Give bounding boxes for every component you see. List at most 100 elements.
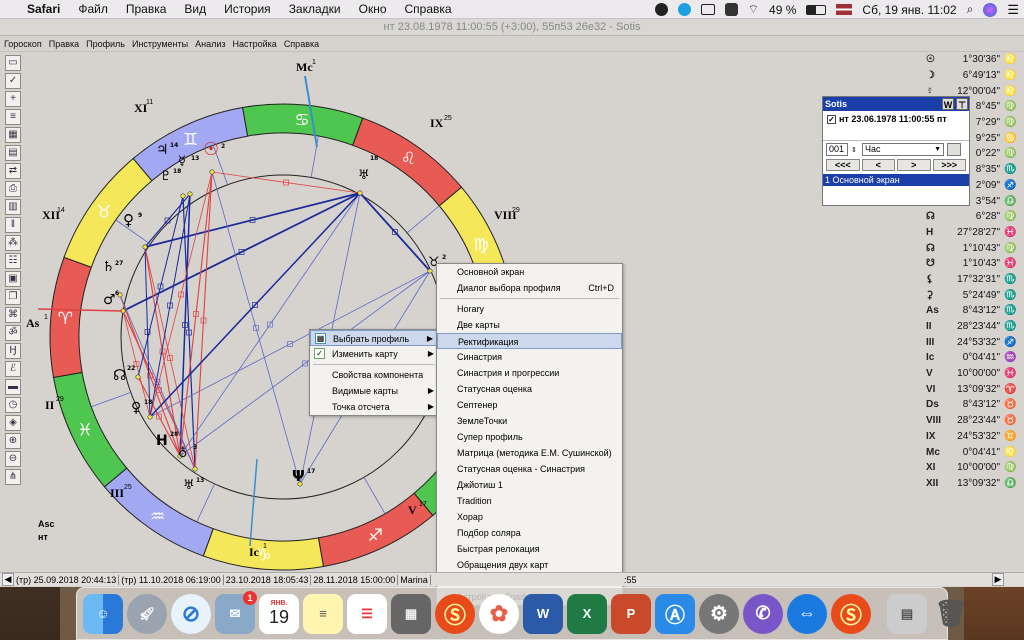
jupiter-glyph-icon[interactable]: ♃ (156, 142, 169, 158)
submenu-item[interactable]: Две карты (437, 317, 622, 333)
excel-icon[interactable]: X (567, 593, 607, 634)
submenu-item[interactable]: Tradition (437, 493, 622, 509)
neptune-glyph-icon[interactable]: Ψ (292, 467, 305, 485)
w-button[interactable]: W (942, 98, 954, 110)
sun-glyph-icon[interactable]: ☉ (203, 139, 219, 160)
battery-percent[interactable]: 49 % (769, 3, 796, 17)
notes-icon[interactable]: ≡ (303, 593, 343, 634)
language-flag-icon[interactable] (836, 4, 853, 15)
submenu-arrow-icon: ▶ (427, 402, 434, 411)
reminders-icon[interactable]: ☰ (347, 593, 387, 634)
system-preferences-icon[interactable]: ⚙ (699, 593, 739, 634)
zodiac-sign-icon: ♉ (1004, 415, 1017, 427)
status-tab-4[interactable]: 28.11.2018 15:00:00 (311, 574, 399, 585)
menu-app-name[interactable]: Safari (18, 2, 69, 16)
launchpad-icon[interactable]: 🚀︎ (127, 593, 167, 634)
scroll-left-icon[interactable]: ◀ (2, 573, 14, 586)
battery-icon[interactable] (806, 4, 827, 15)
status-tab-3[interactable]: 23.10.2018 18:05:43 (224, 574, 312, 585)
finder-icon[interactable]: ☺ (83, 593, 123, 634)
clock[interactable]: Сб, 19 янв. 11:02 (862, 3, 956, 17)
nav-fast-back-button[interactable]: <<< (826, 159, 860, 171)
date-checkbox[interactable]: ✓ (827, 115, 836, 124)
submenu-item[interactable]: Статусная оценка (437, 381, 622, 397)
trash-icon[interactable]: 🗑︎ (931, 594, 971, 634)
menu-help[interactable]: Справка (396, 2, 461, 16)
menu-bookmarks[interactable]: Закладки (280, 2, 350, 16)
step-value-input[interactable]: 001 (826, 143, 848, 156)
menu-window[interactable]: Окно (350, 2, 396, 16)
menu-history[interactable]: История (215, 2, 280, 16)
venus-glyph-icon[interactable]: ♀ (123, 211, 134, 229)
mars-glyph-icon[interactable]: ♂ (103, 292, 116, 308)
position-glyph: IX (926, 430, 936, 442)
submenu-item[interactable]: Синастрия (437, 349, 622, 365)
mail-icon[interactable]: ✉ 1 (215, 590, 257, 634)
pluto-glyph-icon[interactable]: ♇ (160, 169, 172, 184)
powerpoint-icon[interactable]: P (611, 593, 651, 634)
airplay-icon[interactable] (700, 4, 715, 15)
notification-center-icon[interactable]: ☰ (1007, 2, 1019, 18)
viber-icon[interactable] (654, 3, 668, 16)
teamviewer-dock-icon[interactable]: ⇔ (787, 593, 827, 634)
photos-icon[interactable]: ✿ (479, 593, 519, 634)
menu-edit[interactable]: Правка (117, 2, 176, 16)
nav-fast-forward-button[interactable]: >>> (932, 159, 966, 171)
submenu-item[interactable]: Синастрия и прогрессии (437, 365, 622, 381)
submenu-item[interactable]: Хорар (437, 509, 622, 525)
sotis-app-icon-2[interactable]: Ⓢ (831, 593, 871, 634)
submenu-item[interactable]: Horary (437, 301, 622, 317)
mercury-glyph-icon[interactable]: ☿ (178, 154, 186, 169)
word-icon[interactable]: W (523, 593, 563, 634)
submenu-item[interactable]: Джйотиш 1 (437, 477, 622, 493)
moon-glyph-icon[interactable]: ♅ (358, 168, 370, 183)
lilith-glyph-icon[interactable]: ♀ (131, 400, 141, 416)
calendar-icon[interactable]: ЯНВ. 19 (259, 593, 299, 634)
viber-dock-icon[interactable]: ✆ (743, 593, 783, 634)
submenu-item[interactable]: Статусная оценка - Синастрия (437, 461, 622, 477)
submenu-item[interactable]: Ректификация (437, 333, 622, 349)
submenu-item[interactable]: Диалог выбора профиля Ctrl+D (437, 280, 622, 296)
teamviewer-icon[interactable] (724, 3, 738, 16)
selected-screen-item[interactable]: 1 Основной экран (823, 174, 969, 186)
menu-view[interactable]: Вид (175, 2, 215, 16)
skype-icon[interactable] (677, 3, 691, 16)
submenu-item[interactable]: ЗемлеТочки (437, 413, 622, 429)
submenu-item[interactable]: Супер профиль (437, 429, 622, 445)
nav-forward-button[interactable]: > (897, 159, 931, 171)
uranus-glyph-icon[interactable]: ♅ (183, 478, 195, 493)
app-store-icon[interactable]: Ⓐ (655, 593, 695, 634)
safari-icon[interactable]: ⊘ (171, 593, 211, 634)
downloads-stack-icon[interactable]: ▤ (887, 593, 927, 634)
unit-extra-button[interactable] (947, 143, 961, 156)
submenu-item[interactable]: Подбор соляра (437, 525, 622, 541)
spotlight-icon[interactable]: ⌕ (967, 2, 974, 17)
scroll-right-icon[interactable]: ▶ (992, 573, 1004, 586)
submenu-item[interactable]: Обращения двух карт (437, 557, 622, 573)
sotis-app-icon[interactable]: Ⓢ (435, 593, 475, 634)
submenu-item[interactable]: Септенер (437, 397, 622, 413)
unit-select[interactable]: Час ▼ (862, 143, 944, 156)
siri-icon[interactable] (983, 2, 998, 17)
menu-change-chart[interactable]: ✓ Изменить карту ▶ (310, 346, 438, 362)
menu-visible-charts[interactable]: Видимые карты ▶ (310, 383, 438, 399)
status-tab-5[interactable]: Marina (398, 574, 431, 585)
menu-reference-point[interactable]: Точка отсчета ▶ (310, 399, 438, 415)
menu-component-properties[interactable]: Свойства компонента (310, 367, 438, 383)
pin-icon[interactable]: ⊤ (956, 98, 968, 110)
submenu-item[interactable]: Основной экран (437, 264, 622, 280)
calculator-icon[interactable]: ▦ (391, 593, 431, 634)
saturn-glyph-icon[interactable]: ♄ (102, 259, 115, 275)
status-tab-2[interactable]: (тр) 11.10.2018 06:19:00 (119, 574, 224, 585)
nav-back-button[interactable]: < (861, 159, 895, 171)
submenu-item[interactable]: Быстрая релокация (437, 541, 622, 557)
step-spinner-icon[interactable]: ⇕ (851, 146, 859, 154)
wifi-icon[interactable]: ⌔ (748, 2, 759, 17)
menu-file[interactable]: Файл (69, 2, 117, 16)
submenu-item[interactable]: Матрица (методика Е.М. Сушинской) (437, 445, 622, 461)
selena-glyph-icon[interactable]: ♁ (178, 446, 188, 461)
menu-select-profile[interactable]: ▦ Выбрать профиль ▶ (310, 330, 438, 346)
status-tab-1[interactable]: (тр) 25.09.2018 20:44:13 (14, 574, 120, 585)
chiron-glyph-icon[interactable]: H (156, 433, 168, 449)
node-glyph-icon[interactable]: ☊ (113, 366, 126, 384)
